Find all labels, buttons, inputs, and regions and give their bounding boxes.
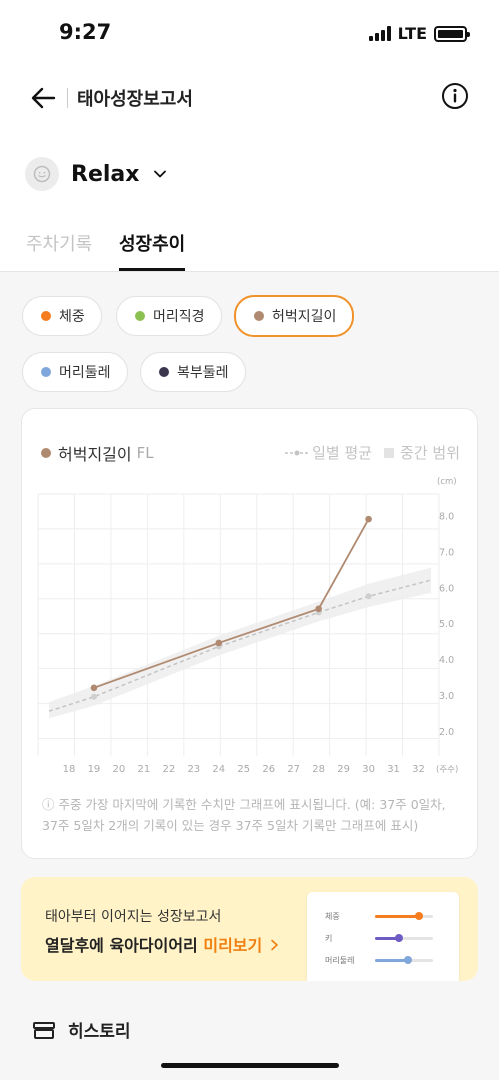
history-label: 히스토리 [68, 1022, 131, 1042]
x-tick-label: 29 [337, 764, 350, 775]
page-title: 태아성장보고서 [77, 89, 193, 110]
history-icon [33, 1021, 55, 1039]
chip-label: 체중 [59, 309, 85, 325]
x-tick-label: 25 [237, 764, 250, 775]
y-tick-label: 7.0 [439, 547, 454, 558]
app-header: 태아성장보고서 [0, 66, 499, 128]
status-time: 9:27 [59, 20, 112, 44]
preview-track [375, 934, 433, 942]
chip-dot [254, 311, 264, 321]
femur-length-point [90, 684, 98, 692]
y-tick-label: 4.0 [439, 655, 454, 666]
battery-icon [434, 25, 470, 42]
promo-title: 열달후에 육아다이어리 미리보기 [45, 932, 280, 956]
tab-growth-trend[interactable]: 성장추이 [119, 230, 186, 271]
chip-dot [135, 311, 145, 321]
chip-label: 머리직경 [153, 309, 205, 325]
y-tick-label: 6.0 [439, 583, 454, 594]
promo-preview: 체중 키 머리둘레 [307, 892, 459, 981]
status-icons: LTE [368, 24, 470, 43]
diary-promo-banner[interactable]: 태아부터 이어지는 성장보고서 열달후에 육아다이어리 미리보기 체중 키 머리… [21, 877, 478, 981]
x-tick-label: 24 [212, 764, 225, 775]
femur-length-point [215, 639, 223, 647]
chip-label: 복부둘레 [177, 365, 229, 381]
chip-weight[interactable]: 체중 [22, 296, 102, 336]
growth-chart-card: 허벅지길이 FL 일별 평균 중간 범위 2.0 3.0 4.0 5.0 6.0 7.0 8… [21, 408, 478, 859]
average-point [365, 593, 372, 600]
chart-note: ⓘ 주중 가장 마지막에 기록한 수치만 그래프에 표시됩니다. (예: 37주… [42, 797, 446, 833]
baby-face-icon [33, 165, 51, 183]
y-tick-label: 3.0 [439, 691, 454, 702]
y-axis-unit: (cm) [437, 477, 457, 487]
tab-bar: 주차기록 성장추이 [0, 226, 499, 272]
y-tick-label: 2.0 [439, 727, 454, 738]
x-tick-label: 26 [262, 764, 275, 775]
baby-name: Relax [71, 161, 140, 187]
x-tick-label: 31 [387, 764, 400, 775]
chip-dot [41, 311, 51, 321]
promo-cta[interactable]: 미리보기 [203, 936, 262, 955]
femur-length-point [365, 515, 372, 523]
preview-track [375, 956, 433, 964]
x-tick-label: 21 [138, 764, 151, 775]
chip-head-diameter[interactable]: 머리직경 [116, 296, 222, 336]
chip-abdominal-circumference[interactable]: 복부둘레 [140, 352, 246, 392]
promo-subtitle: 태아부터 이어지는 성장보고서 [45, 909, 222, 925]
x-tick-label: 22 [162, 764, 175, 775]
chip-head-circumference[interactable]: 머리둘레 [22, 352, 128, 392]
preview-row-label: 머리둘레 [325, 956, 355, 965]
home-indicator [161, 1063, 339, 1068]
x-tick-label: 19 [88, 764, 101, 775]
status-bar: 9:27 LTE [0, 0, 499, 66]
baby-selector[interactable]: Relax [25, 150, 167, 198]
chip-femur-length[interactable]: 허벅지길이 [234, 295, 355, 337]
promo-title-text: 열달후에 육아다이어리 [45, 936, 198, 955]
chip-label: 머리둘레 [59, 365, 111, 381]
preview-row-label: 체중 [325, 912, 340, 921]
x-tick-label: 20 [113, 764, 126, 775]
x-tick-label: 18 [63, 764, 76, 775]
preview-row-label: 키 [325, 934, 333, 943]
chevron-right-icon [271, 939, 278, 951]
chip-dot [159, 367, 169, 377]
chip-dot [41, 367, 51, 377]
back-arrow-icon[interactable] [28, 82, 60, 114]
x-tick-label: 28 [312, 764, 325, 775]
x-axis-unit: (주수) [436, 765, 458, 775]
trend-content: 체중 머리직경 허벅지길이 머리둘레 복부둘레 허벅지길이 FL 일별 평균 중… [0, 272, 499, 1080]
chip-label: 허벅지길이 [272, 309, 337, 325]
femur-length-point [315, 605, 322, 613]
x-tick-label: 30 [362, 764, 375, 775]
range-band [49, 567, 432, 719]
growth-chart: 2.0 3.0 4.0 5.0 6.0 7.0 8.0 (cm) 18 19 20 21 22 23 24 2… [37, 477, 458, 775]
x-tick-label: 32 [412, 764, 425, 775]
header-divider [67, 88, 68, 108]
y-tick-label: 5.0 [439, 619, 454, 630]
history-menu-item[interactable]: 히스토리 [32, 1017, 131, 1042]
signal-icon [368, 26, 391, 41]
preview-track [375, 912, 433, 920]
tab-weekly-record[interactable]: 주차기록 [26, 230, 92, 271]
y-tick-label: 8.0 [439, 512, 454, 523]
average-point [90, 693, 97, 700]
x-tick-label: 27 [287, 764, 300, 775]
x-tick-label: 23 [187, 764, 200, 775]
network-label: LTE [397, 24, 427, 43]
chevron-down-icon [154, 170, 167, 178]
info-icon[interactable] [441, 82, 469, 110]
baby-avatar [25, 157, 59, 191]
